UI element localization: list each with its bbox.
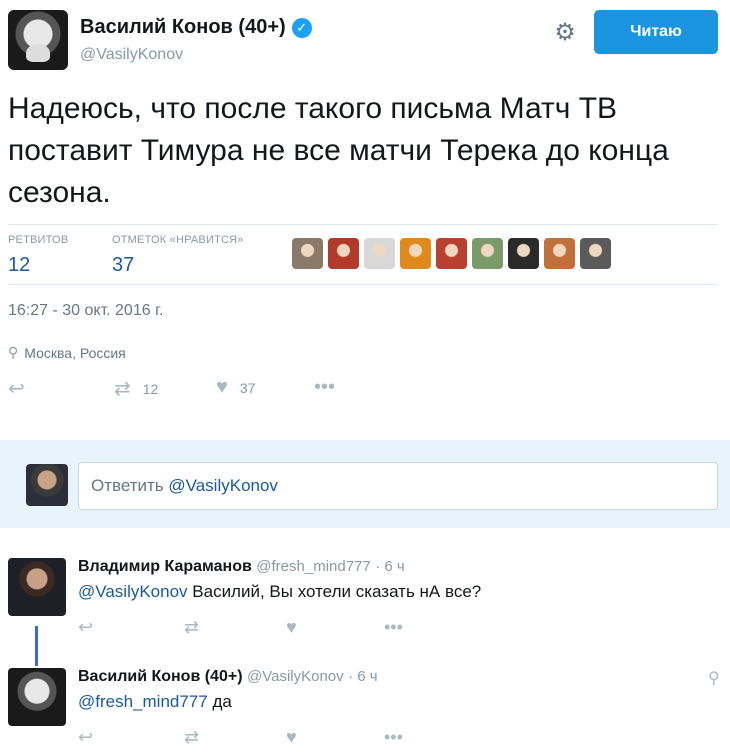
reply-button[interactable]: ↩ <box>8 376 25 401</box>
reply-text: @VasilyKonov Василий, Вы хотели сказать … <box>78 582 481 602</box>
reply-composer: Ответить @VasilyKonov <box>0 440 730 528</box>
like-button[interactable]: ♥ 37 <box>216 376 255 399</box>
reply-avatar[interactable] <box>8 668 66 726</box>
liker-avatar[interactable] <box>436 238 467 269</box>
reply-mention: @VasilyKonov <box>168 476 278 495</box>
tweet-actions: ↩ ⇄ 12 ♥ 37 ••• <box>8 376 408 402</box>
reply-prefix: Ответить <box>91 476 169 495</box>
retweet-count: 12 <box>142 380 159 397</box>
reply-time[interactable]: · 6 ч <box>375 558 405 575</box>
heart-icon[interactable]: ♥ <box>286 617 297 638</box>
author-handle[interactable]: @VasilyKonov <box>80 46 183 64</box>
retweet-icon[interactable]: ⇄ <box>184 617 199 638</box>
liker-avatar[interactable] <box>508 238 539 269</box>
divider <box>8 284 718 285</box>
retweets-stat[interactable]: РЕТВИТОВ 12 <box>8 234 68 277</box>
current-user-avatar <box>26 464 68 506</box>
more-icon: ••• <box>314 376 336 398</box>
location-pin-icon: ⚲ <box>8 344 19 360</box>
verified-badge-icon: ✓ <box>291 17 312 38</box>
liker-avatar[interactable] <box>472 238 503 269</box>
retweets-label: РЕТВИТОВ <box>8 234 69 246</box>
gear-icon[interactable]: ⚙ <box>552 20 578 46</box>
reply-author-handle[interactable]: @VasilyKonov <box>247 668 344 685</box>
heart-icon[interactable]: ♥ <box>286 727 297 748</box>
reply-mention-link[interactable]: @fresh_mind777 <box>78 692 208 711</box>
location-label[interactable]: Москва, Россия <box>24 345 126 361</box>
retweets-count[interactable]: 12 <box>8 254 68 277</box>
reply-input[interactable]: Ответить @VasilyKonov <box>78 462 718 510</box>
reply-author-name[interactable]: Владимир Караманов <box>78 558 252 575</box>
liker-avatar[interactable] <box>544 238 575 269</box>
liker-avatar[interactable] <box>292 238 323 269</box>
reply-body: Василий, Вы хотели сказать нА все? <box>187 582 482 601</box>
reply-time[interactable]: · 6 ч <box>348 668 378 685</box>
tweet-location[interactable]: ⚲ Москва, Россия <box>8 344 126 361</box>
more-button[interactable]: ••• <box>314 376 335 399</box>
reply-actions: ↩ ⇄ ♥ ••• <box>78 727 438 749</box>
reply-header: Василий Конов (40+) @VasilyKonov · 6 ч <box>78 668 378 686</box>
liker-avatar[interactable] <box>364 238 395 269</box>
author-avatar[interactable] <box>8 10 68 70</box>
likes-stat[interactable]: ОТМЕТОК «НРАВИТСЯ» 37 <box>112 234 244 277</box>
divider <box>8 224 718 225</box>
retweet-icon[interactable]: ⇄ <box>184 727 199 748</box>
liker-avatar[interactable] <box>400 238 431 269</box>
retweet-button[interactable]: ⇄ 12 <box>114 376 158 401</box>
likers-avatars <box>292 238 611 269</box>
reply-icon[interactable]: ↩ <box>78 617 93 638</box>
tweet-timestamp: 16:27 - 30 окт. 2016 г. <box>8 302 164 319</box>
reply-avatar[interactable] <box>8 558 66 616</box>
location-pin-icon[interactable]: ⚲ <box>708 668 720 688</box>
reply-mention-link[interactable]: @VasilyKonov <box>78 582 188 601</box>
likes-label: ОТМЕТОК «НРАВИТСЯ» <box>112 234 244 246</box>
reply-author-name[interactable]: Василий Конов (40+) <box>78 668 243 685</box>
likes-count[interactable]: 37 <box>112 254 244 277</box>
following-button[interactable]: Читаю <box>594 10 718 54</box>
author-name[interactable]: Василий Конов (40+) <box>80 16 286 39</box>
more-icon[interactable]: ••• <box>384 617 403 638</box>
reply-actions: ↩ ⇄ ♥ ••• <box>78 617 438 639</box>
liker-avatar[interactable] <box>580 238 611 269</box>
liker-avatar[interactable] <box>328 238 359 269</box>
more-icon[interactable]: ••• <box>384 727 403 748</box>
tweet-header: Василий Конов (40+) ✓ @VasilyKonov ⚙ Чит… <box>0 0 730 80</box>
reply-icon[interactable]: ↩ <box>78 727 93 748</box>
heart-icon: ♥ <box>216 376 228 398</box>
reply-author-handle[interactable]: @fresh_mind777 <box>256 558 370 575</box>
reply-header: Владимир Караманов @fresh_mind777 · 6 ч <box>78 558 405 576</box>
thread-connector-line <box>35 626 38 666</box>
retweet-icon: ⇄ <box>114 378 131 400</box>
tweet-text: Надеюсь, что после такого письма Матч ТВ… <box>8 92 669 209</box>
like-count: 37 <box>239 379 256 396</box>
reply-text: @fresh_mind777 да <box>78 692 232 712</box>
author-name-row[interactable]: Василий Конов (40+) ✓ <box>80 16 312 39</box>
reply-body: да <box>207 692 232 711</box>
reply-icon: ↩ <box>8 378 25 400</box>
